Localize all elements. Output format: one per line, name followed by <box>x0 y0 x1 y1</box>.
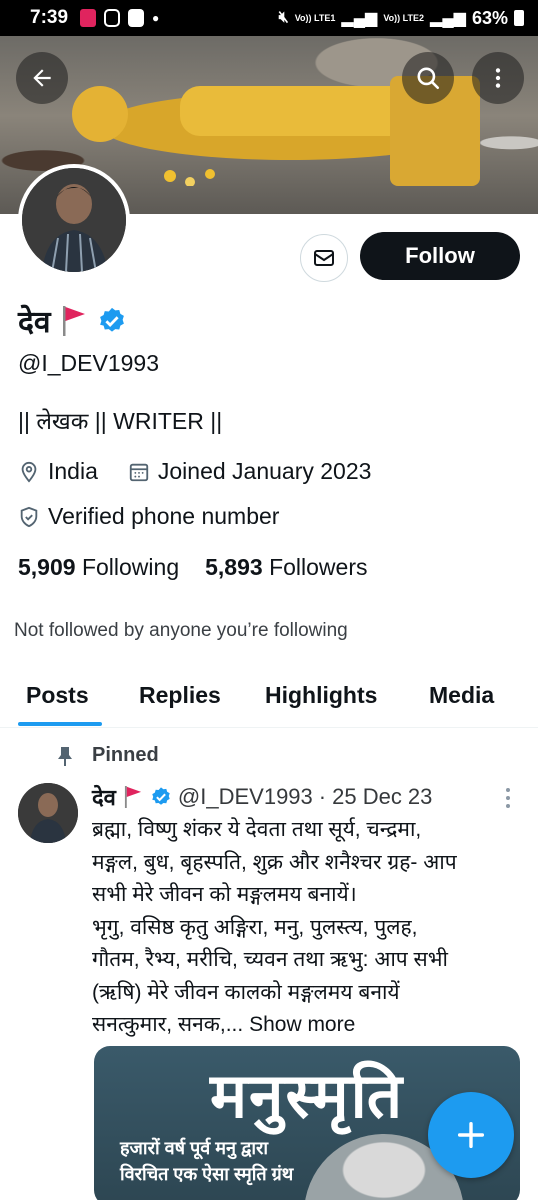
post-image-caption-1: हजारों वर्ष पूर्व मनु द्वारा <box>120 1138 269 1158</box>
pinned-label: Pinned <box>92 744 159 766</box>
profile-display-name: देव <box>18 300 127 341</box>
post-header: देव @I_DEV1993 · 25 Dec 23 <box>92 782 432 812</box>
profile-location: India <box>48 458 98 484</box>
post-text-line: सनत्कुमार, सनक,... <box>92 1013 244 1036</box>
plus-icon <box>457 1121 485 1149</box>
mute-icon: 🔇︎ <box>278 9 289 26</box>
following-count: 5,909 <box>18 554 76 580</box>
not-followed-notice: Not followed by anyone you’re following <box>14 620 348 641</box>
post-author-name[interactable]: देव <box>92 782 116 812</box>
notification-icon <box>80 9 97 27</box>
tab-media[interactable]: Media <box>429 682 494 709</box>
profile-avatar[interactable] <box>18 164 130 276</box>
search-button[interactable] <box>402 52 454 104</box>
profile-joined-date: Joined January 2023 <box>157 458 372 484</box>
flag-icon <box>62 305 85 336</box>
follow-counts: 5,909 Following 5,893 Followers <box>18 554 367 581</box>
post-text-line: (ऋषि) मेरे जीवन कालको मङ्गलमय बनायें <box>92 980 400 1004</box>
battery-percent: 63% <box>471 7 508 28</box>
pin-icon <box>58 746 72 766</box>
battery-icon <box>514 10 524 26</box>
profile-verified-phone-row[interactable]: Verified phone number <box>18 503 279 530</box>
network-lte1: Vo)) LTE1 <box>294 12 336 23</box>
mail-icon <box>314 250 334 266</box>
flag-icon <box>124 786 141 808</box>
status-bar: 7:39 ● 🔇︎ Vo)) LTE1 ▂▄▆ Vo)) LTE2 ▂▄▆ 63… <box>0 0 538 36</box>
post-separator: · <box>318 784 327 809</box>
verified-badge-icon[interactable] <box>97 306 127 336</box>
tab-highlights[interactable]: Highlights <box>265 682 377 709</box>
post-image-caption-2: विरचित एक ऐसा स्मृति ग्रंथ <box>120 1164 294 1184</box>
post-text-line: सभी मेरे जीवन को मङ्गलमय बनायें। <box>92 883 357 906</box>
message-button[interactable] <box>300 234 348 282</box>
following-label: Following <box>81 554 180 580</box>
more-options-button[interactable] <box>472 52 524 104</box>
profile-bio: || लेखक || WRITER || <box>18 408 223 434</box>
post-text-last-line: सनत्कुमार, सनक,... Show more <box>92 1009 532 1042</box>
profile-tabs: Posts Replies Highlights Media <box>0 668 538 728</box>
more-vertical-icon <box>495 68 501 88</box>
following-link[interactable]: 5,909 Following <box>18 554 179 581</box>
display-name-text: देव <box>18 306 51 339</box>
post-text: ब्रह्मा, विष्णु शंकर ये देवता तथा सूर्य,… <box>92 814 532 1042</box>
avatar-image <box>22 168 126 272</box>
compose-button[interactable] <box>428 1092 514 1178</box>
post-more-icon[interactable] <box>500 786 516 810</box>
post-author-avatar[interactable] <box>18 783 78 843</box>
shield-check-icon <box>20 506 38 527</box>
followers-link[interactable]: 5,893 Followers <box>205 554 367 581</box>
calendar-icon <box>129 463 149 481</box>
location-pin-icon <box>21 461 37 483</box>
search-icon <box>417 67 440 90</box>
back-arrow-icon <box>33 69 51 87</box>
dot-icon: ● <box>152 11 160 25</box>
post-text-line: मङ्गल, बुध, बृहस्पति, शुक्र और शनैश्चर ग… <box>92 850 457 874</box>
status-time: 7:39 <box>30 7 69 28</box>
post-avatar-image <box>18 783 78 843</box>
followers-count: 5,893 <box>205 554 263 580</box>
tab-posts[interactable]: Posts <box>26 682 89 709</box>
signal-icon-2: ▂▄▆ <box>430 10 466 27</box>
pinned-indicator: Pinned <box>56 744 159 767</box>
instagram-icon <box>104 9 121 27</box>
app-notification-icon <box>128 9 145 27</box>
post-author-handle[interactable]: @I_DEV1993 <box>178 784 313 810</box>
active-tab-indicator <box>18 722 102 726</box>
tab-replies[interactable]: Replies <box>139 682 221 709</box>
profile-handle: @I_DEV1993 <box>18 350 159 376</box>
show-more-link[interactable]: Show more <box>249 1013 355 1036</box>
verified-phone-text: Verified phone number <box>48 503 280 529</box>
profile-meta-row: India Joined January 2023 <box>18 458 371 485</box>
back-button[interactable] <box>16 52 68 104</box>
post-text-line: ब्रह्मा, विष्णु शंकर ये देवता तथा सूर्य,… <box>92 818 422 841</box>
network-lte2: Vo)) LTE2 <box>383 12 425 23</box>
follow-button[interactable]: Follow <box>360 232 520 280</box>
post-text-line: भृगु, वसिष्ठ कृतु अङ्गिरा, मनु, पुलस्त्य… <box>92 915 418 939</box>
verified-badge-icon <box>152 787 170 805</box>
post-date[interactable]: 25 Dec 23 <box>332 784 432 810</box>
signal-icon: ▂▄▆ <box>341 10 378 27</box>
post-text-line: गौतम, रैभ्य, मरीचि, च्यवन तथा ऋभु: आप सभ… <box>92 948 448 971</box>
followers-label: Followers <box>269 554 368 580</box>
